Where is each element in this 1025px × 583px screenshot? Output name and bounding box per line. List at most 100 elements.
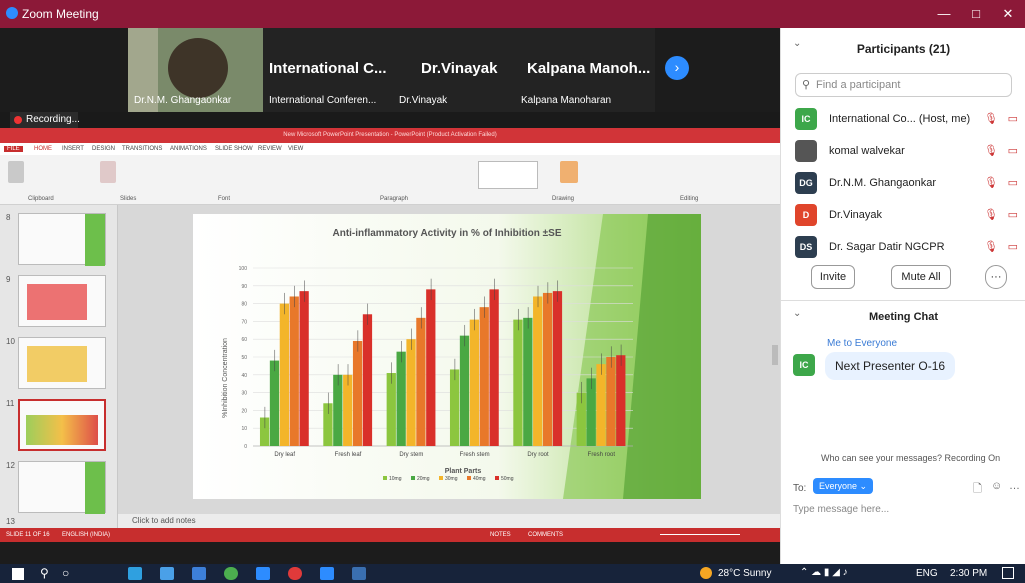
- slide-thumbnail-selected[interactable]: [18, 399, 106, 451]
- slide-thumbnail[interactable]: [18, 275, 106, 327]
- y-tick-label: 0: [244, 444, 247, 450]
- tray-icons[interactable]: ⌃ ☁ ▮ ◢ ♪: [800, 567, 848, 578]
- tab-view[interactable]: VIEW: [288, 146, 303, 152]
- bar: [449, 369, 460, 446]
- mute-all-button[interactable]: Mute All: [891, 265, 951, 289]
- store-icon[interactable]: [160, 567, 174, 580]
- tab-review[interactable]: REVIEW: [258, 146, 282, 152]
- mic-icon: 🎙: [984, 113, 998, 125]
- y-tick-label: 100: [239, 266, 248, 272]
- participant-avatar: D: [795, 204, 817, 226]
- tab-transitions[interactable]: TRANSITIONS: [122, 146, 162, 152]
- legend-swatch: [411, 476, 415, 480]
- participant-row[interactable]: komal walvekar 🎙 ▭: [795, 138, 1020, 166]
- video-tile[interactable]: Dr.N.M. Ghangaonkar: [128, 28, 263, 112]
- zoom-slider[interactable]: [660, 534, 740, 535]
- more-options-icon[interactable]: …: [1009, 480, 1020, 492]
- y-tick-label: 40: [241, 373, 247, 379]
- video-tile[interactable]: Dr.Vinayak Dr.Vinayak: [393, 28, 515, 112]
- tab-animations[interactable]: ANIMATIONS: [170, 146, 207, 152]
- task-view-icon[interactable]: ○: [62, 566, 69, 580]
- chrome-icon[interactable]: [224, 567, 238, 580]
- search-icon[interactable]: ⚲: [40, 566, 49, 580]
- slide-thumbnail[interactable]: [18, 337, 106, 389]
- video-tile[interactable]: Kalpana Manoh... Kalpana Manoharan: [515, 28, 655, 112]
- group-clipboard: Clipboard: [28, 196, 54, 202]
- mail-icon[interactable]: [192, 567, 206, 580]
- y-tick-label: 70: [241, 319, 247, 325]
- y-tick-label: 90: [241, 284, 247, 290]
- notifications-icon[interactable]: [1002, 567, 1014, 579]
- participant-row[interactable]: DS Dr. Sagar Datir NGCPR 🎙 ▭: [795, 234, 1020, 262]
- weather-icon: [700, 567, 712, 579]
- app-icon[interactable]: [352, 567, 366, 580]
- windows-start-icon[interactable]: [12, 568, 24, 580]
- recording-indicator[interactable]: Recording...: [10, 112, 80, 128]
- minimize-button[interactable]: —: [930, 4, 958, 24]
- weather-text[interactable]: 28°C Sunny: [718, 568, 771, 579]
- bar: [289, 296, 299, 446]
- group-drawing: Drawing: [552, 196, 575, 202]
- bar: [386, 373, 396, 446]
- bar: [343, 374, 353, 446]
- app-icon[interactable]: [256, 567, 270, 580]
- bar: [396, 351, 406, 446]
- edge-icon[interactable]: [128, 567, 142, 580]
- tab-design[interactable]: DESIGN: [92, 146, 115, 152]
- slide-thumbnail[interactable]: [18, 461, 106, 514]
- notes-pane[interactable]: Click to add notes: [118, 514, 780, 528]
- clock[interactable]: 2:30 PM: [950, 568, 987, 579]
- chat-input[interactable]: Type message here...: [793, 504, 889, 515]
- thumb-graphic: [27, 346, 87, 382]
- close-button[interactable]: ✕: [994, 4, 1022, 24]
- tab-insert[interactable]: INSERT: [62, 146, 84, 152]
- opera-icon[interactable]: [288, 567, 302, 580]
- invite-button[interactable]: Invite: [811, 265, 855, 289]
- title-bar: Zoom Meeting — □ ✕: [0, 0, 1025, 28]
- camera-icon: ▭: [1007, 241, 1018, 253]
- legend-label: 10mg: [389, 476, 402, 482]
- comments-button[interactable]: COMMENTS: [528, 528, 563, 542]
- tab-file[interactable]: FILE: [4, 146, 23, 152]
- zoom-taskbar-icon[interactable]: [320, 567, 334, 580]
- zoom-logo-icon: [6, 7, 18, 19]
- bar: [586, 378, 596, 446]
- shapes-gallery[interactable]: [478, 161, 538, 189]
- bar: [469, 319, 480, 446]
- chat-meta: Me to Everyone: [827, 338, 898, 349]
- emoji-icon[interactable]: ☺: [991, 480, 1002, 492]
- tab-home[interactable]: HOME: [34, 146, 52, 152]
- input-language[interactable]: ENG: [916, 568, 938, 579]
- bar: [606, 357, 616, 446]
- search-input[interactable]: Find a participant: [816, 79, 900, 91]
- participant-avatar: DS: [795, 236, 817, 258]
- maximize-button[interactable]: □: [962, 4, 990, 24]
- vertical-scrollbar[interactable]: [772, 345, 778, 365]
- slide-thumbnail[interactable]: [18, 213, 106, 266]
- recipient-dropdown[interactable]: Everyone ⌄: [813, 478, 874, 494]
- participant-name: International Co... (Host, me): [829, 113, 971, 125]
- bar: [596, 364, 606, 446]
- side-panel: ⌄ Participants (21) ⚲ Find a participant…: [780, 28, 1025, 564]
- tile-name: Dr.Vinayak: [399, 95, 448, 106]
- video-tile[interactable]: International C... International Confere…: [263, 28, 393, 112]
- legend-label: 40mg: [473, 476, 486, 482]
- participant-row[interactable]: DG Dr.N.M. Ghangaonkar 🎙 ▭: [795, 170, 1020, 198]
- current-slide[interactable]: 0 10 20 30 40 50 60 70 80 90 100 Dry leaf Fresh leaf…: [193, 214, 701, 499]
- more-button[interactable]: ···: [985, 265, 1007, 289]
- participant-name: Dr.N.M. Ghangaonkar: [829, 177, 936, 189]
- tab-slide-show[interactable]: SLIDE SHOW: [215, 146, 253, 152]
- next-page-button[interactable]: ›: [665, 56, 689, 80]
- new-slide-icon[interactable]: [100, 161, 116, 183]
- notes-button[interactable]: NOTES: [490, 528, 511, 542]
- file-icon[interactable]: 🗋: [973, 480, 982, 499]
- arrange-icon[interactable]: [560, 161, 578, 183]
- participant-row[interactable]: D Dr.Vinayak 🎙 ▭: [795, 202, 1020, 230]
- mic-icon: 🎙: [984, 241, 998, 253]
- who-can-see-link[interactable]: Who can see your messages? Recording On: [821, 453, 1000, 463]
- participant-row[interactable]: IC International Co... (Host, me) 🎙 ▭: [795, 106, 1020, 134]
- x-tick-label: Fresh root: [588, 452, 616, 458]
- participant-search[interactable]: ⚲ Find a participant: [795, 73, 1012, 97]
- paste-icon[interactable]: [8, 161, 24, 183]
- bar: [333, 374, 343, 446]
